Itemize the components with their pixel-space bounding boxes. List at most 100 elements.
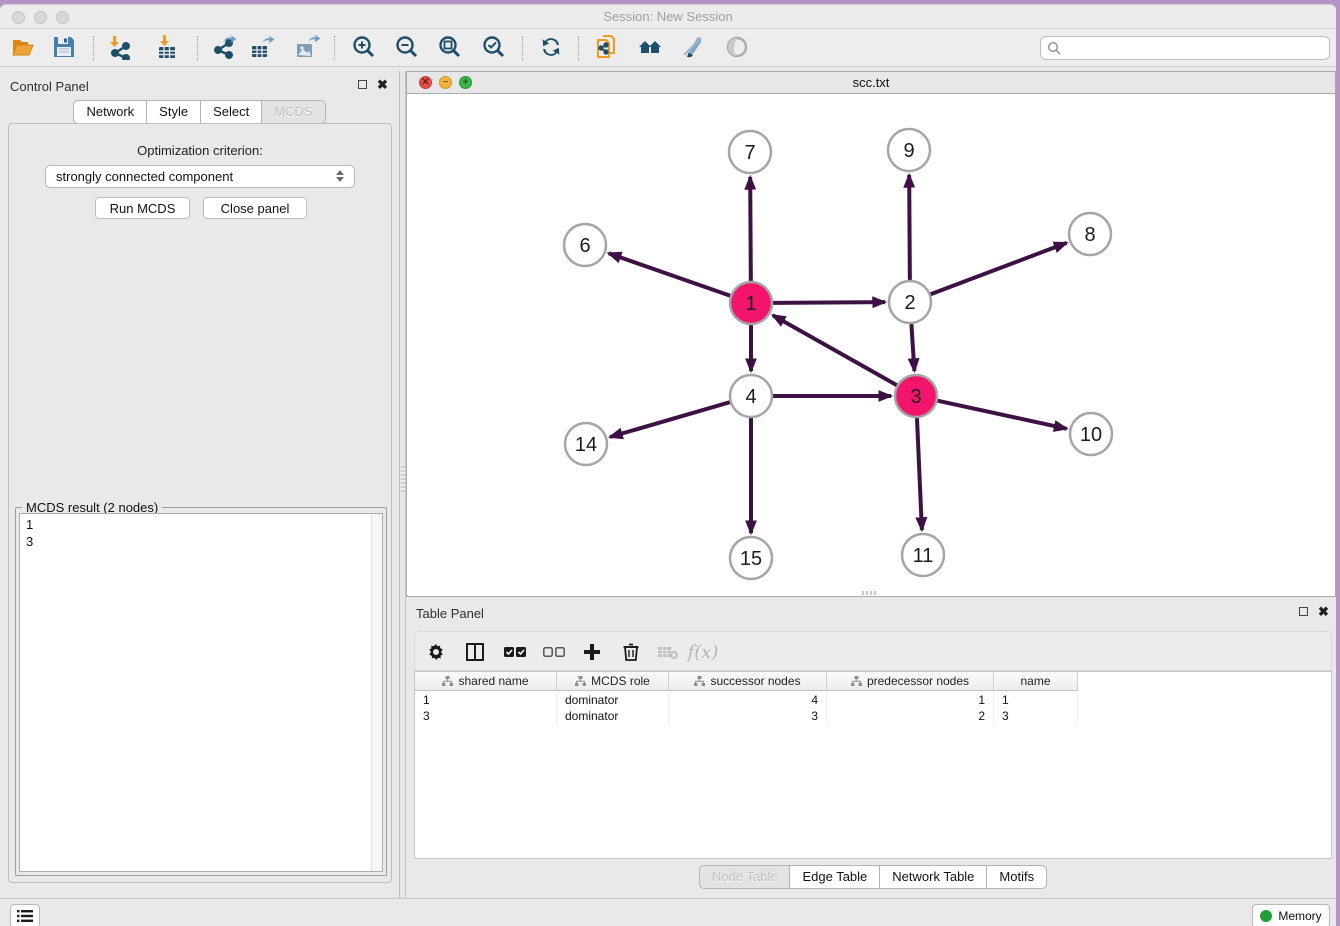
edge-1-2[interactable] bbox=[773, 302, 885, 303]
column-header-successor-nodes[interactable]: successor nodes bbox=[669, 672, 827, 691]
table-cell[interactable]: 4 bbox=[669, 692, 827, 708]
status-bar: Memory bbox=[0, 898, 1336, 926]
export-image-icon[interactable] bbox=[293, 33, 321, 61]
close-panel-button[interactable]: Close panel bbox=[203, 197, 307, 219]
window-title: Session: New Session bbox=[0, 9, 1336, 24]
edge-2-8[interactable] bbox=[931, 243, 1067, 294]
tab-style[interactable]: Style bbox=[146, 100, 201, 124]
window-titlebar: Session: New Session bbox=[0, 5, 1336, 29]
control-panel-title: Control Panel bbox=[10, 79, 89, 94]
edge-4-14[interactable] bbox=[610, 402, 730, 437]
table-panel: Table Panel ✖ f(x) bbox=[406, 603, 1336, 898]
network-graph: 1234678910111415 bbox=[407, 94, 1335, 596]
import-network-icon[interactable] bbox=[106, 33, 134, 61]
tab-node-table[interactable]: Node Table bbox=[699, 865, 791, 889]
import-table-icon[interactable] bbox=[153, 33, 181, 61]
network-window-title: scc.txt bbox=[407, 75, 1335, 90]
zoom-fit-icon[interactable] bbox=[436, 33, 464, 61]
zoom-in-icon[interactable] bbox=[350, 33, 378, 61]
column-panel-icon[interactable] bbox=[462, 639, 488, 665]
tab-motifs[interactable]: Motifs bbox=[986, 865, 1047, 889]
export-network-icon[interactable] bbox=[210, 33, 238, 61]
float-panel-icon[interactable] bbox=[358, 80, 367, 89]
edge-1-6[interactable] bbox=[609, 253, 731, 295]
memory-button-label: Memory bbox=[1278, 909, 1321, 923]
mcds-result-line: 1 bbox=[26, 516, 382, 533]
search-input[interactable] bbox=[1040, 36, 1330, 60]
table-cell[interactable]: 1 bbox=[994, 692, 1078, 708]
control-panel-tabs: NetworkStyleSelectMCDS bbox=[0, 100, 399, 124]
edge-3-11[interactable] bbox=[917, 418, 922, 530]
run-mcds-button[interactable]: Run MCDS bbox=[95, 197, 190, 219]
table-cell[interactable]: 1 bbox=[415, 692, 557, 708]
zoom-selected-icon[interactable] bbox=[480, 33, 508, 61]
zoom-out-icon[interactable] bbox=[393, 33, 421, 61]
edge-3-1[interactable] bbox=[773, 315, 897, 385]
clone-network-icon[interactable] bbox=[593, 33, 621, 61]
table-cell[interactable]: dominator bbox=[557, 708, 669, 724]
tab-network-table[interactable]: Network Table bbox=[879, 865, 987, 889]
refresh-icon[interactable] bbox=[537, 33, 565, 61]
table-cell[interactable]: 3 bbox=[415, 708, 557, 724]
task-history-button[interactable] bbox=[10, 904, 40, 926]
column-header-MCDS-role[interactable]: MCDS role bbox=[557, 672, 669, 691]
edge-2-3[interactable] bbox=[911, 324, 914, 371]
node-table: shared nameMCDS rolesuccessor nodesprede… bbox=[414, 671, 1332, 859]
toolbar-separator bbox=[334, 36, 335, 60]
panel-splitter[interactable] bbox=[399, 71, 406, 898]
memory-status-icon bbox=[1260, 910, 1272, 922]
column-header-name[interactable]: name bbox=[994, 672, 1078, 691]
tab-edge-table[interactable]: Edge Table bbox=[789, 865, 880, 889]
network-canvas[interactable]: 1234678910111415 bbox=[407, 94, 1335, 596]
table-cell[interactable]: 3 bbox=[669, 708, 827, 724]
tab-network[interactable]: Network bbox=[73, 100, 147, 124]
search-field bbox=[1040, 36, 1330, 60]
list-icon bbox=[17, 909, 33, 923]
close-panel-icon[interactable]: ✖ bbox=[377, 80, 388, 89]
graph-node-label: 4 bbox=[745, 386, 756, 408]
add-column-icon[interactable] bbox=[579, 639, 605, 665]
export-table-icon[interactable] bbox=[248, 33, 276, 61]
table-row[interactable]: 1dominator411 bbox=[415, 692, 1078, 708]
control-panel: Control Panel ✖ NetworkStyleSelectMCDS O… bbox=[0, 71, 399, 898]
delete-column-icon[interactable] bbox=[618, 639, 644, 665]
edge-2-9[interactable] bbox=[909, 175, 910, 280]
optimization-criterion-dropdown[interactable]: strongly connected component bbox=[45, 165, 355, 188]
tab-mcds[interactable]: MCDS bbox=[261, 100, 325, 124]
table-cell[interactable]: 1 bbox=[827, 692, 994, 708]
edge-1-7[interactable] bbox=[750, 177, 751, 281]
column-header-predecessor-nodes[interactable]: predecessor nodes bbox=[827, 672, 994, 691]
show-graphics-icon[interactable] bbox=[723, 33, 751, 61]
open-session-icon[interactable] bbox=[9, 33, 37, 61]
table-toolbar: f(x) bbox=[414, 631, 1332, 671]
select-all-icon[interactable] bbox=[502, 639, 528, 665]
close-table-panel-icon[interactable]: ✖ bbox=[1318, 607, 1329, 616]
mcds-result-groupbox: MCDS result (2 nodes) 13 bbox=[15, 507, 387, 876]
delete-table-icon[interactable] bbox=[655, 639, 681, 665]
mcds-result-textarea[interactable]: 13 bbox=[19, 513, 383, 872]
network-window-titlebar: ✕ − + scc.txt bbox=[407, 72, 1335, 94]
home-layout-icon[interactable] bbox=[636, 33, 664, 61]
network-resize-grip[interactable] bbox=[862, 591, 876, 595]
table-panel-title: Table Panel bbox=[416, 606, 484, 621]
graph-node-label: 3 bbox=[910, 386, 921, 408]
table-row[interactable]: 3dominator323 bbox=[415, 708, 1078, 724]
float-table-panel-icon[interactable] bbox=[1299, 607, 1308, 616]
deselect-all-icon[interactable] bbox=[541, 639, 567, 665]
table-cell[interactable]: dominator bbox=[557, 692, 669, 708]
result-scrollbar[interactable] bbox=[371, 514, 382, 871]
memory-button[interactable]: Memory bbox=[1252, 904, 1330, 926]
edge-3-10[interactable] bbox=[937, 401, 1066, 429]
save-session-icon[interactable] bbox=[50, 33, 78, 61]
table-header-row: shared nameMCDS rolesuccessor nodesprede… bbox=[415, 672, 1078, 691]
column-header-shared-name[interactable]: shared name bbox=[415, 672, 557, 691]
table-panel-tabs: Node TableEdge TableNetwork TableMotifs bbox=[406, 865, 1336, 889]
tab-select[interactable]: Select bbox=[200, 100, 262, 124]
table-cell[interactable]: 2 bbox=[827, 708, 994, 724]
search-icon bbox=[1047, 41, 1061, 55]
table-cell[interactable]: 3 bbox=[994, 708, 1078, 724]
apply-style-icon[interactable] bbox=[679, 33, 707, 61]
toolbar-separator bbox=[522, 36, 523, 60]
function-builder-icon[interactable]: f(x) bbox=[690, 639, 716, 665]
table-settings-icon[interactable] bbox=[423, 639, 449, 665]
